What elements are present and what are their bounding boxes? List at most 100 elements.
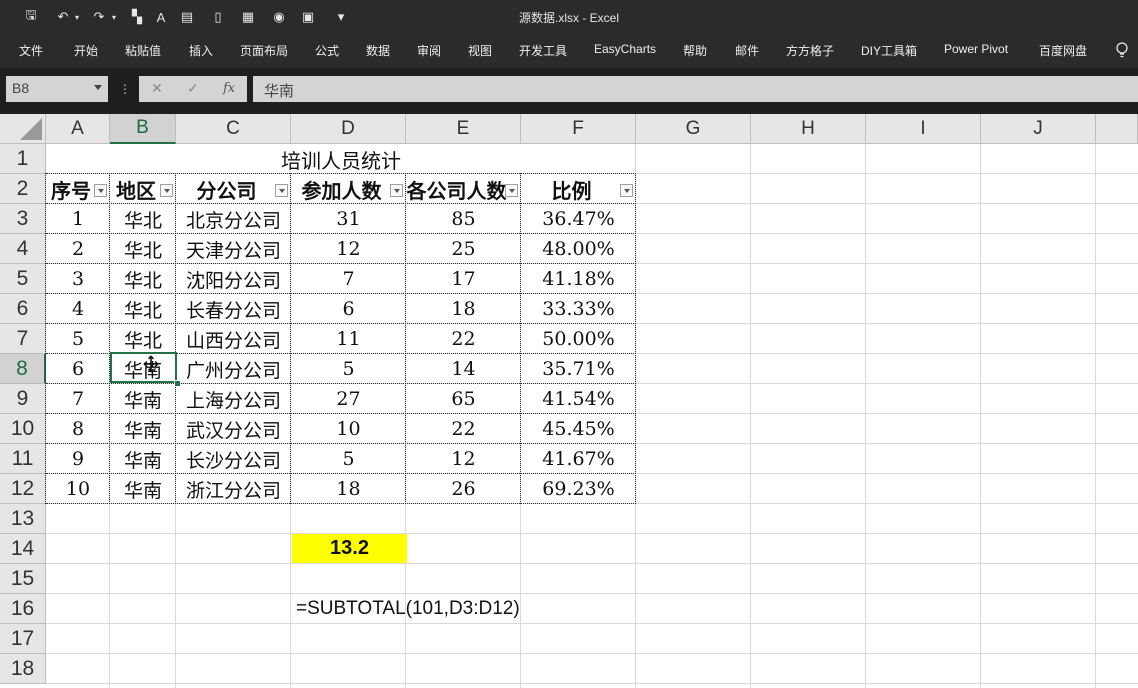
filter-dropdown-icon[interactable]	[160, 184, 173, 197]
row-header-17[interactable]: 17	[0, 624, 46, 654]
column-header-a[interactable]: A	[46, 114, 110, 144]
table-cell[interactable]: 华南	[110, 384, 176, 414]
table-cell[interactable]: 5	[46, 324, 110, 354]
table-cell[interactable]: 6	[46, 354, 110, 384]
header-cell[interactable]: 地区	[110, 174, 162, 204]
worksheet-grid[interactable]: A B C D E F G H I J 1 2 3 4 5 6 7 8 9 10 11 12 13 14 15 16 17 18 培训人…	[0, 114, 1138, 688]
table-cell[interactable]: 36.47%	[521, 204, 636, 234]
table-cell[interactable]: 华南	[110, 414, 176, 444]
ribbon-tab[interactable]: EasyCharts	[594, 42, 656, 56]
column-header-j[interactable]: J	[981, 114, 1096, 144]
ribbon-tab[interactable]: 视图	[468, 42, 492, 59]
ribbon-tab[interactable]: DIY工具箱	[861, 42, 917, 59]
ribbon-tab[interactable]: 插入	[189, 42, 213, 59]
table-cell[interactable]: 22	[406, 324, 521, 354]
column-header-f[interactable]: F	[521, 114, 636, 144]
table-cell[interactable]: 48.00%	[521, 234, 636, 264]
table-cell[interactable]: 3	[46, 264, 110, 294]
ribbon-tab[interactable]: Power Pivot	[944, 42, 1008, 56]
table-cell[interactable]: 浙江分公司	[176, 474, 291, 504]
table-cell[interactable]: 华北	[110, 234, 176, 264]
table-cell[interactable]: 10	[46, 474, 110, 504]
table-cell[interactable]: 7	[46, 384, 110, 414]
row-header-13[interactable]: 13	[0, 504, 46, 534]
table-cell[interactable]: 35.71%	[521, 354, 636, 384]
table-cell[interactable]: 5	[291, 444, 406, 474]
table-cell[interactable]: 7	[291, 264, 406, 294]
row-header-4[interactable]: 4	[0, 234, 46, 264]
table-cell[interactable]: 33.33%	[521, 294, 636, 324]
ribbon-tab[interactable]: 百度网盘	[1039, 42, 1087, 59]
ribbon-tab[interactable]: 公式	[315, 42, 339, 59]
table-cell[interactable]: 山西分公司	[176, 324, 291, 354]
table-cell[interactable]: 12	[406, 444, 521, 474]
formula-input[interactable]: 华南	[253, 76, 1138, 102]
table-cell[interactable]: 45.45%	[521, 414, 636, 444]
row-header-18[interactable]: 18	[0, 654, 46, 684]
ribbon-tab[interactable]: 粘贴值	[125, 42, 161, 59]
table-cell[interactable]: 华北	[110, 264, 176, 294]
ribbon-tab[interactable]: 开发工具	[519, 42, 567, 59]
table-cell[interactable]: 41.67%	[521, 444, 636, 474]
ribbon-tab[interactable]: 审阅	[417, 42, 441, 59]
table-cell[interactable]: 10	[291, 414, 406, 444]
table-cell[interactable]: 31	[291, 204, 406, 234]
table-cell[interactable]: 9	[46, 444, 110, 474]
table-cell[interactable]: 广州分公司	[176, 354, 291, 384]
header-cell[interactable]: 比例	[521, 174, 622, 204]
column-header-g[interactable]: G	[636, 114, 751, 144]
table-cell[interactable]: 18	[291, 474, 406, 504]
table-cell[interactable]: 4	[46, 294, 110, 324]
cancel-icon[interactable]: ✕	[151, 80, 163, 97]
name-box[interactable]: B8	[6, 76, 108, 102]
row-header-9[interactable]: 9	[0, 384, 46, 414]
row-header-2[interactable]: 2	[0, 174, 46, 204]
column-header-d[interactable]: D	[291, 114, 406, 144]
insert-function-icon[interactable]: fx	[223, 81, 235, 96]
table-cell[interactable]: 华北	[110, 294, 176, 324]
header-cell[interactable]: 参加人数	[291, 174, 392, 204]
table-cell[interactable]: 长春分公司	[176, 294, 291, 324]
table-cell[interactable]: 41.18%	[521, 264, 636, 294]
header-cell[interactable]: 分公司	[176, 174, 277, 204]
table-cell[interactable]: 上海分公司	[176, 384, 291, 414]
row-header-6[interactable]: 6	[0, 294, 46, 324]
formula-text-cell[interactable]: =SUBTOTAL(101,D3:D12)	[296, 594, 520, 624]
table-cell[interactable]: 65	[406, 384, 521, 414]
table-cell[interactable]: 50.00%	[521, 324, 636, 354]
table-cell[interactable]: 11	[291, 324, 406, 354]
table-cell[interactable]: 天津分公司	[176, 234, 291, 264]
table-cell[interactable]: 6	[291, 294, 406, 324]
table-cell[interactable]: 华北	[110, 204, 176, 234]
ribbon-tab[interactable]: 开始	[74, 42, 98, 59]
row-header-12[interactable]: 12	[0, 474, 46, 504]
row-header-11[interactable]: 11	[0, 444, 46, 474]
table-cell[interactable]: 华南	[110, 444, 176, 474]
table-cell[interactable]: 41.54%	[521, 384, 636, 414]
table-cell[interactable]: 5	[291, 354, 406, 384]
header-cell[interactable]: 序号	[46, 174, 96, 204]
row-header-7[interactable]: 7	[0, 324, 46, 354]
header-cell[interactable]: 各公司人数	[406, 174, 507, 204]
table-cell[interactable]: 22	[406, 414, 521, 444]
table-cell[interactable]: 华北	[110, 324, 176, 354]
table-cell[interactable]: 武汉分公司	[176, 414, 291, 444]
table-cell[interactable]: 18	[406, 294, 521, 324]
table-cell[interactable]: 25	[406, 234, 521, 264]
column-header-h[interactable]: H	[751, 114, 866, 144]
result-cell[interactable]: 13.2	[292, 534, 407, 563]
select-all-button[interactable]	[0, 114, 46, 144]
fill-handle[interactable]	[174, 380, 181, 387]
ribbon-tab[interactable]: 文件	[19, 42, 43, 59]
column-header-c[interactable]: C	[176, 114, 291, 144]
table-cell[interactable]: 华南	[110, 474, 176, 504]
table-cell[interactable]: 85	[406, 204, 521, 234]
row-header-3[interactable]: 3	[0, 204, 46, 234]
filter-dropdown-icon[interactable]	[620, 184, 633, 197]
table-title[interactable]: 培训人员统计	[46, 144, 636, 174]
ribbon-tab[interactable]: 方方格子	[786, 42, 834, 59]
table-cell[interactable]: 14	[406, 354, 521, 384]
table-cell[interactable]: 长沙分公司	[176, 444, 291, 474]
column-header-partial[interactable]	[1096, 114, 1138, 144]
ribbon-tab[interactable]: 数据	[366, 42, 390, 59]
